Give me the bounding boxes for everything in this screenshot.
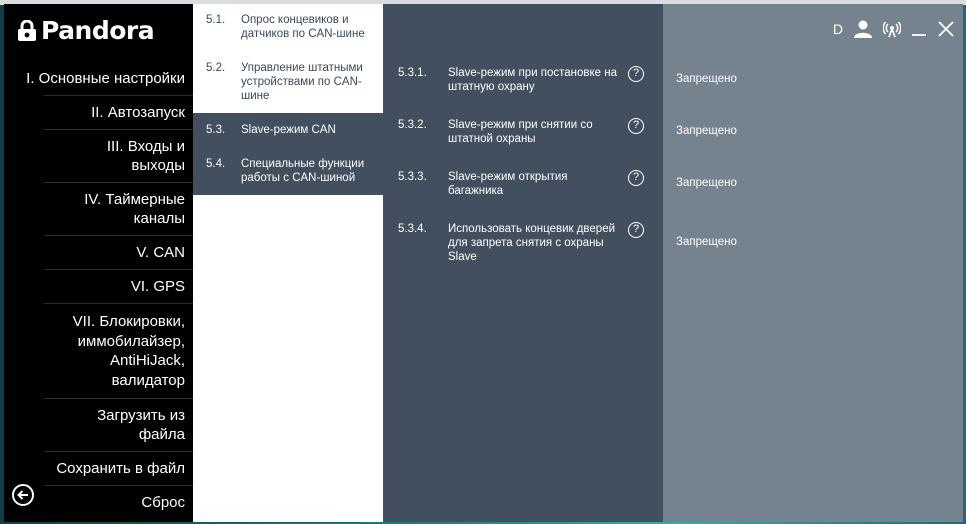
- submenu-item-label: Управление штатными устройствами по CAN-…: [241, 62, 363, 102]
- sidebar: Pandora I. Основные настройки II. Автоза…: [4, 4, 193, 522]
- device-letter: D: [832, 21, 843, 37]
- settings-panel: 5.3.1. Slave-режим при постановке на шта…: [383, 4, 663, 522]
- submenu-item-label: Slave-режим CAN: [241, 124, 336, 136]
- submenu-item-number: 5.2.: [206, 62, 226, 74]
- menu-item-reset[interactable]: Сброс: [44, 485, 193, 519]
- minimize-icon[interactable]: [911, 21, 927, 37]
- setting-value-5-3-2[interactable]: Запрещено: [676, 125, 737, 137]
- setting-number: 5.3.2.: [398, 119, 427, 131]
- logo-text: Pandora: [41, 15, 155, 45]
- menu-item-blocking[interactable]: VII. Блокировки, иммобилайзер, AntiHiJac…: [44, 303, 193, 398]
- menu-item-gps[interactable]: VI. GPS: [44, 269, 193, 303]
- menu-item-timer-channels[interactable]: IV. Таймерные каналы: [44, 182, 193, 235]
- values-panel: D Запрещено Запрещено Запрещено Запрещен…: [663, 4, 963, 522]
- main-menu: I. Основные настройки II. Автозапуск III…: [4, 62, 193, 519]
- setting-label: Slave-режим при постановке на штатную ох…: [448, 67, 617, 93]
- setting-value-5-3-3[interactable]: Запрещено: [676, 177, 737, 189]
- setting-label: Использовать концевик дверей для запрета…: [448, 223, 616, 263]
- menu-item-save-file[interactable]: Сохранить в файл: [44, 451, 193, 485]
- setting-label: Slave-режим открытия багажника: [448, 171, 568, 197]
- help-icon[interactable]: ?: [628, 170, 644, 186]
- back-arrow-icon[interactable]: [12, 484, 34, 506]
- menu-item-autostart[interactable]: II. Автозапуск: [44, 95, 193, 129]
- help-icon[interactable]: ?: [628, 66, 644, 82]
- setting-number: 5.3.4.: [398, 223, 427, 235]
- app-window: Pandora I. Основные настройки II. Автоза…: [4, 4, 963, 522]
- submenu-panel: 5.1. Опрос концевиков и датчиков по CAN-…: [193, 4, 383, 522]
- wireless-signal-icon[interactable]: [883, 20, 901, 38]
- submenu-item-number: 5.3.: [206, 124, 226, 136]
- setting-number: 5.3.3.: [398, 171, 427, 183]
- setting-number: 5.3.1.: [398, 67, 427, 79]
- setting-label: Slave-режим при снятии со штатной охраны: [448, 119, 593, 145]
- user-icon[interactable]: [853, 20, 873, 38]
- submenu-item-label: Специальные функции работы с CAN-шиной: [241, 158, 365, 184]
- setting-value-5-3-4[interactable]: Запрещено: [676, 236, 737, 248]
- menu-item-inputs-outputs[interactable]: III. Входы и выходы: [44, 129, 193, 182]
- close-icon[interactable]: [937, 20, 955, 38]
- pandora-logo: Pandora: [16, 15, 155, 45]
- submenu-item-number: 5.4.: [206, 158, 226, 170]
- title-bar-controls: D: [823, 20, 955, 38]
- pandora-logo-icon: [16, 19, 38, 41]
- menu-item-can[interactable]: V. CAN: [44, 235, 193, 269]
- setting-value-5-3-1[interactable]: Запрещено: [676, 73, 737, 85]
- help-icon[interactable]: ?: [628, 222, 644, 238]
- submenu-item-number: 5.1.: [206, 14, 226, 26]
- menu-item-load-file[interactable]: Загрузить из файла: [44, 398, 193, 451]
- help-icon[interactable]: ?: [628, 118, 644, 134]
- submenu-item-label: Опрос концевиков и датчиков по CAN-шине: [241, 14, 365, 40]
- menu-item-basic-settings[interactable]: I. Основные настройки: [4, 62, 193, 95]
